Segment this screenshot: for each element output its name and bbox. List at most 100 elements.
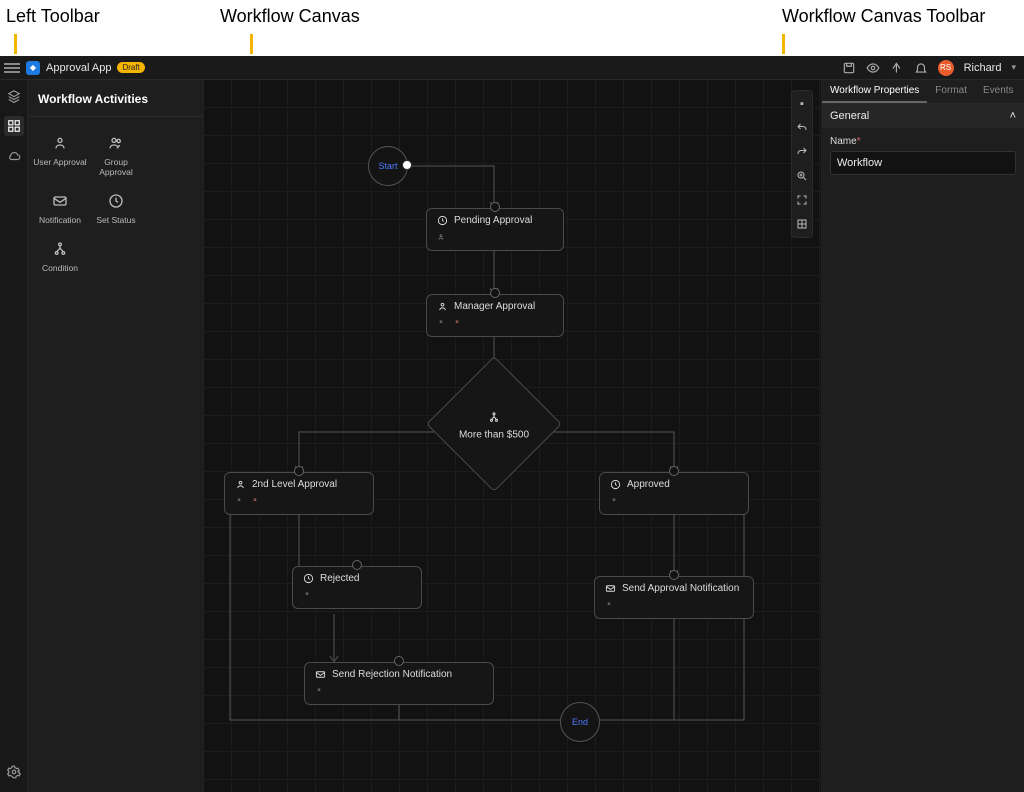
chevron-down-icon[interactable]: ▾ — [1011, 62, 1016, 73]
header-bar: ◆ Approval App Draft RS Richard ▾ — [0, 56, 1024, 80]
rail-layers[interactable] — [4, 86, 24, 106]
node-end[interactable]: End — [560, 702, 600, 742]
node-send-approval-notification[interactable]: Send Approval Notification — [594, 576, 754, 619]
toolbar-zoom[interactable] — [795, 169, 809, 183]
app-window: ◆ Approval App Draft RS Richard ▾ Workfl… — [0, 56, 1024, 792]
anno-canvas-toolbar: Workflow Canvas Toolbar — [782, 6, 985, 27]
save-icon[interactable] — [842, 61, 856, 75]
end-label: End — [572, 717, 588, 727]
input-port[interactable] — [352, 560, 362, 570]
node-second-level-approval[interactable]: 2nd Level Approval — [224, 472, 374, 515]
node-label: Pending Approval — [454, 215, 532, 226]
start-label: Start — [378, 161, 397, 171]
input-port[interactable] — [669, 466, 679, 476]
user-name[interactable]: Richard — [964, 62, 1002, 74]
rail-activities[interactable] — [4, 116, 24, 136]
tab-events[interactable]: Events — [975, 80, 1022, 103]
mail-icon — [315, 669, 326, 680]
rail-settings[interactable] — [4, 762, 24, 782]
node-label: Manager Approval — [454, 301, 535, 312]
mail-icon — [605, 583, 616, 594]
input-port[interactable] — [294, 466, 304, 476]
avatar[interactable]: RS — [938, 60, 954, 76]
node-label: Approved — [627, 479, 670, 490]
activity-notification[interactable]: Notification — [32, 185, 88, 233]
input-port[interactable] — [669, 570, 679, 580]
annotation-bar: Left Toolbar Workflow Canvas Workflow Ca… — [0, 0, 1024, 56]
output-port-approve[interactable] — [437, 318, 445, 326]
header-left: ◆ Approval App Draft — [0, 61, 145, 75]
toolbar-grid-toggle[interactable] — [795, 217, 809, 231]
anno-tick-2 — [250, 34, 253, 54]
tab-workflow-properties[interactable]: Workflow Properties — [822, 80, 927, 103]
input-port[interactable] — [490, 288, 500, 298]
properties-panel: Workflow Properties Format Events Genera… — [821, 80, 1024, 792]
toolbar-collapse[interactable]: ▪ — [795, 97, 809, 111]
input-port[interactable] — [394, 656, 404, 666]
output-port-reject[interactable] — [453, 318, 461, 326]
start-output-port[interactable] — [402, 160, 412, 170]
toolbar-redo[interactable] — [795, 145, 809, 159]
user-icon — [437, 301, 448, 312]
toolbar-undo[interactable] — [795, 121, 809, 135]
canvas-toolbar: ▪ — [791, 90, 813, 238]
node-pending-approval[interactable]: Pending Approval — [426, 208, 564, 251]
menu-icon[interactable] — [4, 63, 20, 73]
output-port[interactable] — [437, 232, 445, 240]
activity-condition[interactable]: Condition — [32, 233, 88, 281]
activities-panel: Workflow Activities User Approval Group … — [28, 80, 204, 792]
name-input[interactable] — [830, 151, 1016, 175]
output-port-b[interactable] — [251, 496, 259, 504]
workflow-canvas[interactable]: Start Pending Approval Manager Approval … — [204, 80, 821, 792]
output-port[interactable] — [605, 600, 613, 608]
output-port[interactable] — [303, 590, 311, 598]
output-port-a[interactable] — [235, 496, 243, 504]
anno-tick-1 — [14, 34, 17, 54]
node-rejected[interactable]: Rejected — [292, 566, 422, 609]
tab-format[interactable]: Format — [927, 80, 975, 103]
left-toolbar — [0, 80, 28, 792]
node-decision-more-than-500[interactable]: More than $500 — [446, 376, 542, 472]
activity-user-approval[interactable]: User Approval — [32, 127, 88, 185]
anno-tick-3 — [782, 34, 785, 54]
header-right: RS Richard ▾ — [842, 60, 1024, 76]
app-logo-icon: ◆ — [26, 61, 40, 75]
chevron-up-icon: ˄ — [1010, 110, 1016, 122]
rail-cloud[interactable] — [4, 146, 24, 166]
publish-icon[interactable] — [890, 61, 904, 75]
activity-set-status[interactable]: Set Status — [88, 185, 144, 233]
app-name: Approval App — [46, 62, 111, 74]
field-name-label: Name* — [830, 136, 1016, 147]
status-icon — [437, 215, 448, 226]
toolbar-fit[interactable] — [795, 193, 809, 207]
activities-title: Workflow Activities — [28, 80, 203, 117]
node-send-rejection-notification[interactable]: Send Rejection Notification — [304, 662, 494, 705]
node-manager-approval[interactable]: Manager Approval — [426, 294, 564, 337]
activity-label: Set Status — [96, 215, 135, 225]
status-icon — [610, 479, 621, 490]
status-icon — [303, 573, 314, 584]
activity-label: Notification — [39, 215, 81, 225]
field-name: Name* — [822, 128, 1024, 183]
node-label: Send Approval Notification — [622, 583, 739, 594]
section-general[interactable]: General ˄ — [822, 104, 1024, 128]
node-label: Send Rejection Notification — [332, 669, 452, 680]
status-badge: Draft — [117, 62, 144, 73]
user-icon — [235, 479, 246, 490]
activities-grid: User Approval Group Approval Notificatio… — [28, 117, 203, 291]
output-port[interactable] — [610, 496, 618, 504]
node-label: More than $500 — [459, 429, 529, 440]
properties-tabs: Workflow Properties Format Events — [822, 80, 1024, 104]
activity-label: Group Approval — [88, 157, 144, 177]
input-port[interactable] — [490, 202, 500, 212]
output-port[interactable] — [315, 686, 323, 694]
preview-icon[interactable] — [866, 61, 880, 75]
node-label: 2nd Level Approval — [252, 479, 337, 490]
node-start[interactable]: Start — [368, 146, 408, 186]
anno-workflow-canvas: Workflow Canvas — [220, 6, 360, 27]
notifications-icon[interactable] — [914, 61, 928, 75]
section-label: General — [830, 110, 869, 122]
node-approved[interactable]: Approved — [599, 472, 749, 515]
activity-group-approval[interactable]: Group Approval — [88, 127, 144, 185]
anno-left-toolbar: Left Toolbar — [6, 6, 100, 27]
